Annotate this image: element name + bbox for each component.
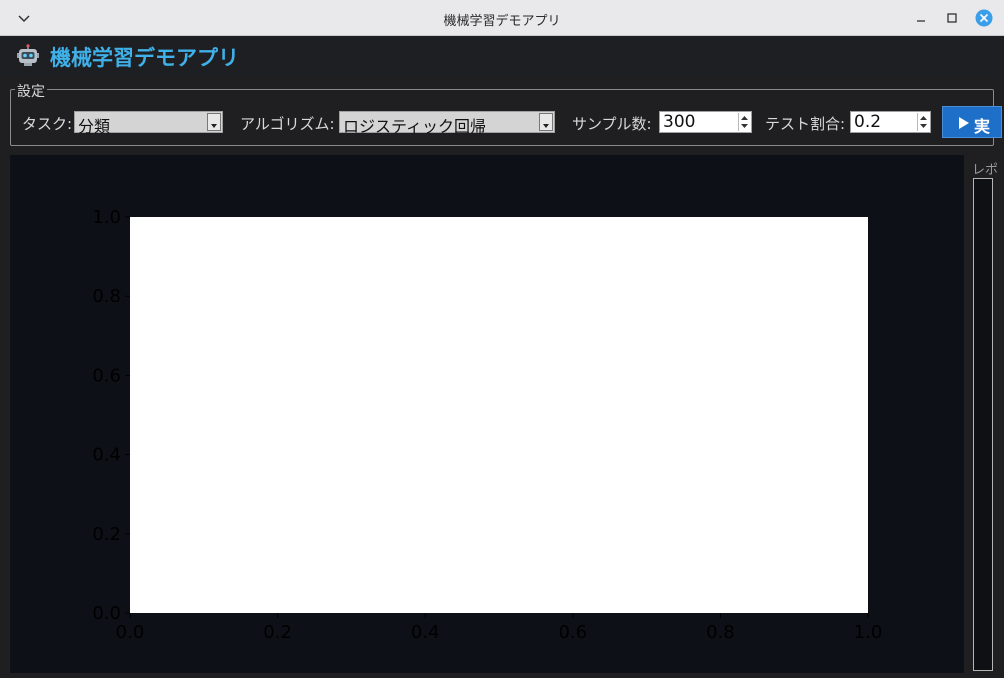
dropdown-arrow-icon[interactable] — [539, 113, 553, 131]
task-select-value: 分類 — [78, 117, 111, 136]
window-title: 機械学習デモアプリ — [443, 14, 561, 29]
dropdown-arrow-icon[interactable] — [207, 113, 221, 131]
algorithm-select[interactable]: ロジスティック回帰 — [339, 111, 555, 136]
samples-label: サンプル数: — [572, 115, 652, 133]
y-tick-label: 0.8 — [92, 286, 121, 307]
test-ratio-value: 0.2 — [854, 112, 882, 132]
run-button[interactable]: 実 — [942, 106, 1002, 138]
y-tick-label: 0.6 — [92, 365, 121, 386]
app-title: 機械学習デモアプリ — [50, 46, 239, 70]
samples-value: 300 — [663, 112, 696, 132]
settings-legend: 設定 — [15, 81, 47, 101]
x-tick-label: 0.8 — [706, 622, 735, 643]
window-titlebar: 機械学習デモアプリ — [0, 0, 1004, 36]
algorithm-select-value: ロジスティック回帰 — [343, 117, 487, 136]
log-textbox[interactable] — [973, 178, 993, 671]
algorithm-label: アルゴリズム: — [240, 115, 335, 133]
task-label: タスク: — [22, 115, 73, 133]
close-icon[interactable] — [975, 9, 993, 27]
spin-arrows-icon[interactable] — [917, 113, 929, 131]
task-select[interactable]: 分類 — [74, 111, 223, 136]
app-header: 機械学習デモアプリ — [0, 36, 1004, 76]
maximize-icon[interactable] — [943, 9, 961, 27]
x-tick-label: 0.0 — [116, 622, 145, 643]
plot-panel: 0.0 0.2 0.4 0.6 0.8 1.0 0.0 0.2 0.4 0.6 0.8 1.0 — [10, 155, 964, 673]
y-tick-label: 0.4 — [92, 445, 121, 466]
x-tick-label: 1.0 — [854, 622, 883, 643]
log-label: レポ — [972, 163, 999, 178]
chart-canvas: 0.0 0.2 0.4 0.6 0.8 1.0 0.0 0.2 0.4 0.6 0.8 1.0 — [92, 207, 883, 643]
spin-arrows-icon[interactable] — [738, 113, 750, 131]
plot-area — [130, 217, 868, 613]
test-ratio-label: テスト割合: — [765, 115, 846, 133]
x-tick-label: 0.2 — [263, 622, 292, 643]
run-button-label: 実 — [974, 117, 991, 136]
y-tick-label: 1.0 — [92, 207, 121, 228]
y-tick-label: 0.2 — [92, 524, 121, 545]
x-tick-label: 0.6 — [558, 622, 587, 643]
y-tick-label: 0.0 — [92, 603, 121, 624]
robot-icon — [17, 44, 39, 66]
minimize-icon[interactable] — [912, 9, 930, 27]
play-icon — [959, 117, 969, 129]
x-tick-label: 0.4 — [411, 622, 440, 643]
test-ratio-spinbox[interactable]: 0.2 — [850, 111, 931, 133]
samples-spinbox[interactable]: 300 — [659, 111, 752, 133]
